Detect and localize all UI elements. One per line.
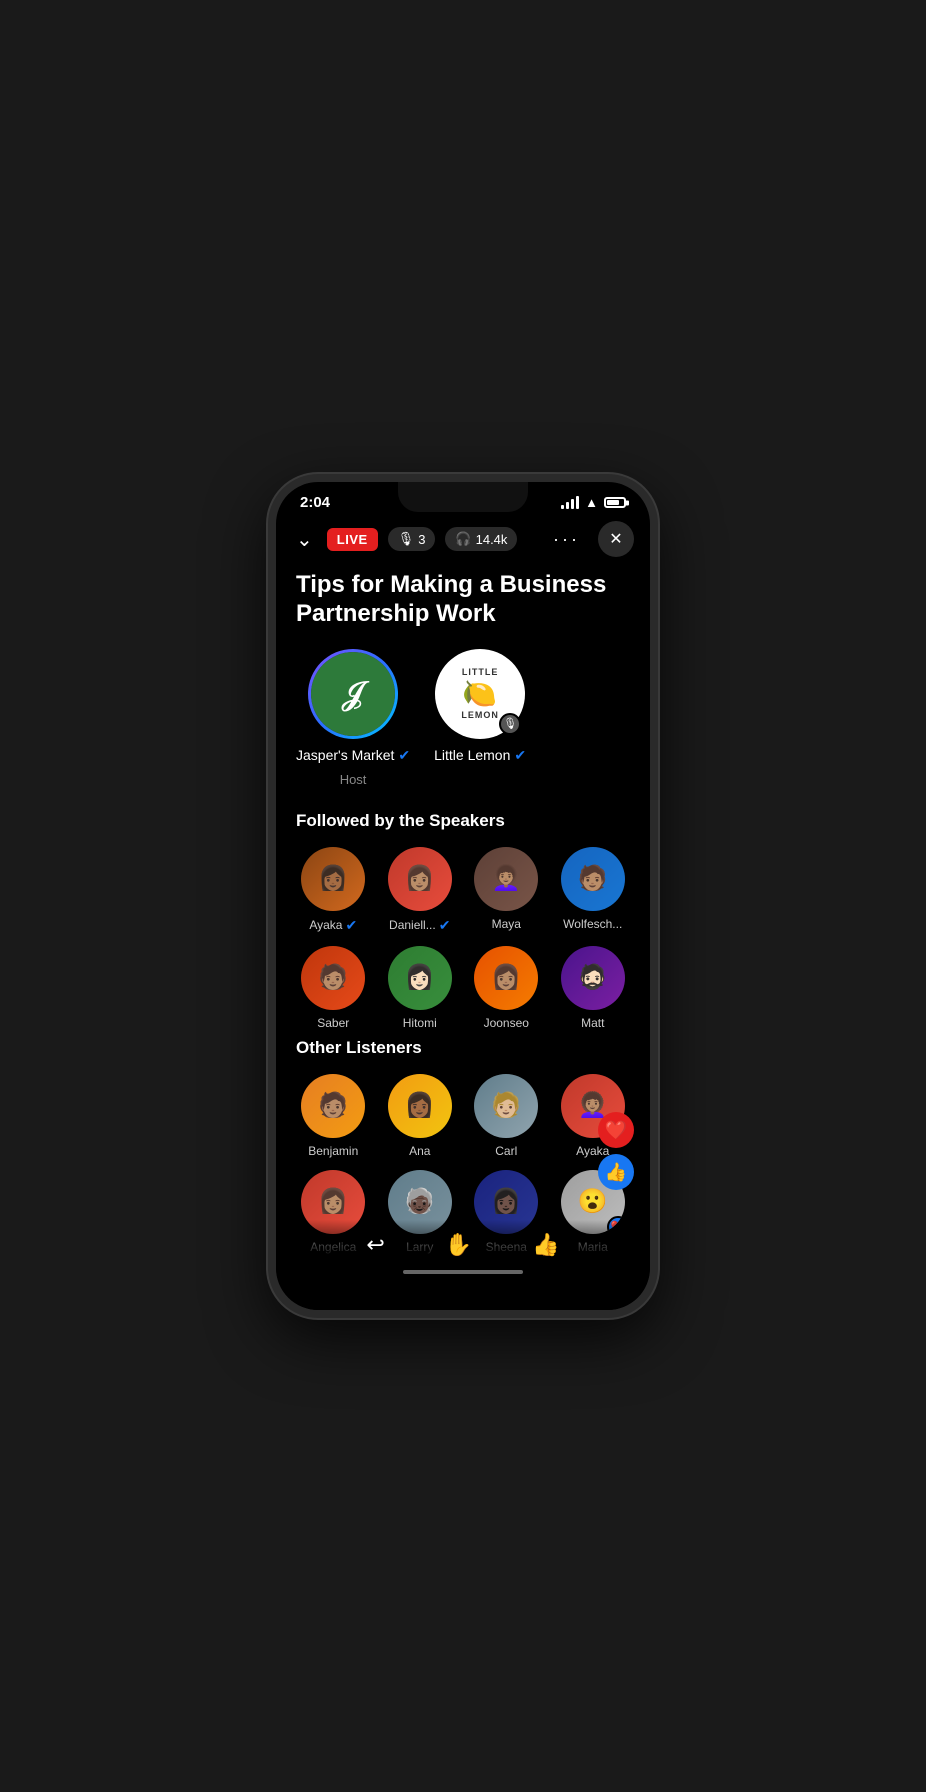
lemon-name: Little Lemon ✔	[434, 747, 526, 764]
jasper-avatar: 𝒥	[311, 652, 395, 736]
maya-avatar: 👩🏽‍🦱	[474, 847, 538, 911]
carl-avatar: 🧑🏼	[474, 1074, 538, 1138]
chevron-down-button[interactable]: ⌄	[292, 523, 317, 556]
wolfesch-name: Wolfesch...	[563, 917, 622, 931]
floating-reactions: ❤️ 👍	[598, 1112, 634, 1190]
headphone-icon: 🎧	[455, 531, 471, 547]
list-item[interactable]: 👩🏽 Joonseo	[469, 946, 544, 1030]
phone-frame: 2:04 ▲ ⌄ LIVE 🎙 3	[268, 474, 658, 1318]
joonseo-name: Joonseo	[484, 1016, 529, 1030]
live-badge: LIVE	[327, 528, 378, 551]
list-item[interactable]: 🧑🏽 Wolfesch...	[556, 847, 631, 934]
listeners-section-title: Other Listeners	[296, 1038, 630, 1058]
share-button[interactable]: ↩	[366, 1232, 384, 1258]
status-icons: ▲	[561, 495, 626, 510]
list-item[interactable]: 👩🏽 Daniell... ✔	[383, 847, 458, 934]
like-button[interactable]: 👍	[532, 1232, 559, 1258]
close-button[interactable]: ✕	[598, 521, 634, 557]
carl-name: Carl	[495, 1144, 517, 1158]
ayaka-avatar: 👩🏾	[301, 847, 365, 911]
headphone-count-badge: 🎧 14.4k	[445, 527, 517, 551]
list-item[interactable]: 🧑🏽 Benjamin	[296, 1074, 371, 1158]
headphone-count: 14.4k	[476, 532, 508, 547]
screen: 2:04 ▲ ⌄ LIVE 🎙 3	[276, 482, 650, 1310]
more-button[interactable]: ···	[545, 525, 588, 554]
lemon-verified-icon: ✔	[514, 747, 526, 764]
mic-icon: 🎙	[398, 531, 415, 547]
benjamin-avatar: 🧑🏽	[301, 1074, 365, 1138]
floating-like-reaction: 👍	[598, 1154, 634, 1190]
benjamin-name: Benjamin	[308, 1144, 358, 1158]
followed-section-title: Followed by the Speakers	[296, 811, 630, 831]
mic-count-badge: 🎙 3	[388, 527, 436, 551]
list-item[interactable]: 🧑🏽 Saber	[296, 946, 371, 1030]
bottom-actions: ↩ ✋ 👍	[346, 1220, 579, 1258]
hitomi-name: Hitomi	[403, 1016, 437, 1030]
mic-count: 3	[418, 532, 425, 547]
speakers-row: 𝒥 Jasper's Market ✔ Host	[296, 649, 630, 787]
list-item[interactable]: 🧑🏼 Carl	[469, 1074, 544, 1158]
jasper-name: Jasper's Market ✔	[296, 747, 410, 764]
list-item[interactable]: 🧔🏻 Matt	[556, 946, 631, 1030]
matt-avatar: 🧔🏻	[561, 946, 625, 1010]
time: 2:04	[300, 494, 330, 511]
danielle-avatar: 👩🏽	[388, 847, 452, 911]
jasper-verified-icon: ✔	[398, 747, 410, 764]
jasper-avatar-image: 𝒥	[311, 652, 395, 736]
battery-icon	[604, 497, 626, 508]
status-bar: 2:04 ▲	[276, 482, 650, 515]
room-title: Tips for Making a Business Partnership W…	[296, 571, 630, 629]
home-indicator	[403, 1270, 523, 1274]
speaker-lemon[interactable]: LITTLE 🍋 LEMON 🎙 Little Lemon ✔	[434, 649, 526, 787]
ana-name: Ana	[409, 1144, 430, 1158]
followed-section: Followed by the Speakers 👩🏾 Ayaka ✔ 👩🏽 D…	[296, 811, 630, 1030]
list-item[interactable]: 👩🏻 Hitomi	[383, 946, 458, 1030]
danielle-name: Daniell... ✔	[389, 917, 450, 934]
wifi-icon: ▲	[585, 495, 598, 510]
signal-icon	[561, 496, 579, 509]
joonseo-avatar: 👩🏽	[474, 946, 538, 1010]
content-area: Tips for Making a Business Partnership W…	[276, 563, 650, 1281]
toolbar: ⌄ LIVE 🎙 3 🎧 14.4k ··· ✕	[276, 515, 650, 563]
list-item[interactable]: 👩🏾 Ayaka ✔	[296, 847, 371, 934]
floating-heart-reaction: ❤️	[598, 1112, 634, 1148]
lemon-logo: LITTLE 🍋 LEMON	[461, 667, 499, 720]
jasper-role: Host	[340, 772, 367, 787]
lemon-avatar-wrap: LITTLE 🍋 LEMON 🎙	[435, 649, 525, 739]
wolfesch-avatar: 🧑🏽	[561, 847, 625, 911]
jasper-avatar-wrap: 𝒥	[308, 649, 398, 739]
list-item[interactable]: 👩🏾 Ana	[383, 1074, 458, 1158]
speaker-jasper[interactable]: 𝒥 Jasper's Market ✔ Host	[296, 649, 410, 787]
hitomi-avatar: 👩🏻	[388, 946, 452, 1010]
list-item[interactable]: 👩🏽‍🦱 Maya	[469, 847, 544, 934]
bottom-bar: ↩ ✋ 👍	[276, 1220, 650, 1310]
raise-hand-button[interactable]: ✋	[445, 1232, 472, 1258]
ayaka-name: Ayaka ✔	[309, 917, 357, 934]
matt-name: Matt	[581, 1016, 604, 1030]
muted-icon: 🎙	[499, 713, 521, 735]
saber-name: Saber	[317, 1016, 349, 1030]
followed-grid: 👩🏾 Ayaka ✔ 👩🏽 Daniell... ✔	[296, 847, 630, 1030]
saber-avatar: 🧑🏽	[301, 946, 365, 1010]
ana-avatar: 👩🏾	[388, 1074, 452, 1138]
maya-name: Maya	[492, 917, 521, 931]
